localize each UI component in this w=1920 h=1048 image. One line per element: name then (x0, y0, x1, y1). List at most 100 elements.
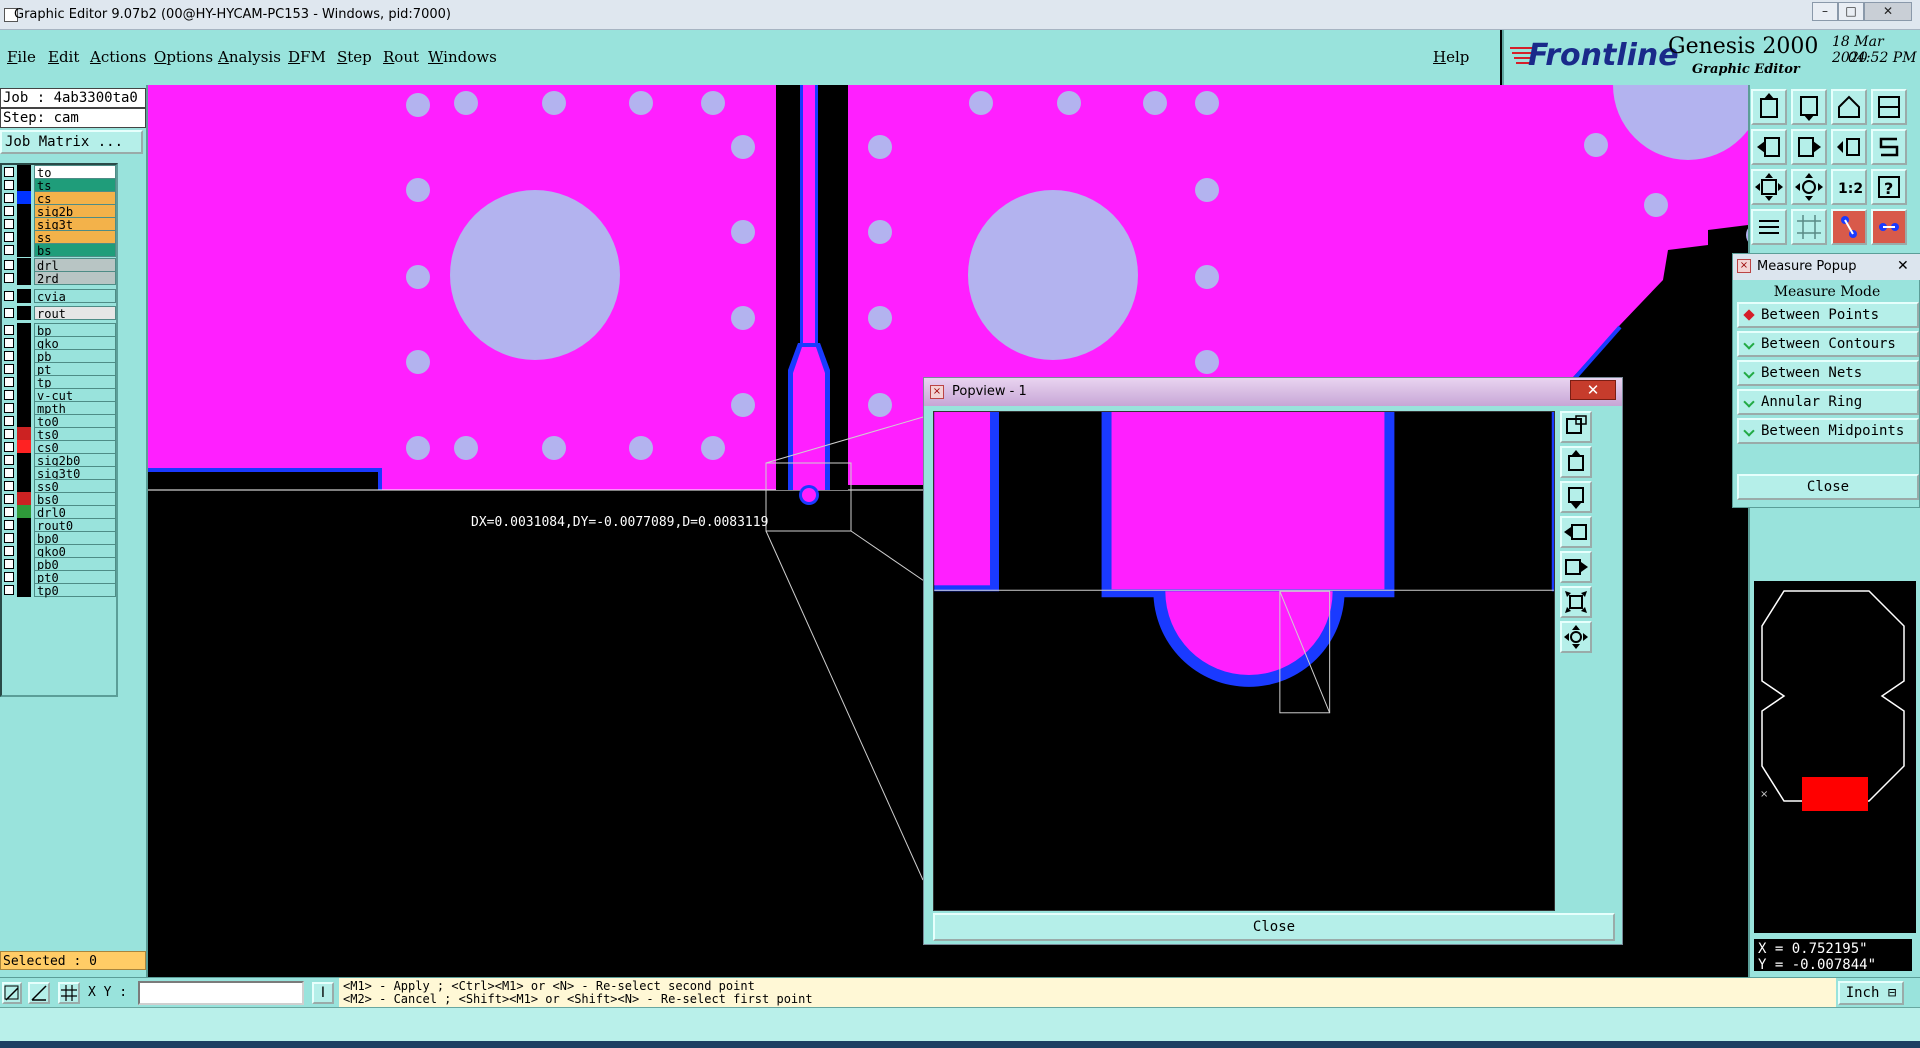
layer-row-v-cut[interactable]: v-cut (2, 388, 116, 403)
layer-checkbox[interactable] (4, 291, 14, 301)
net-connect-icon[interactable] (1871, 209, 1907, 245)
layer-row-sig3t[interactable]: sig3t (2, 217, 116, 232)
layer-checkbox[interactable] (4, 232, 14, 242)
layer-row-ts0[interactable]: ts0 (2, 427, 116, 442)
open-job-icon[interactable] (1751, 89, 1787, 125)
layer-row-gko0[interactable]: gko0 (2, 544, 116, 559)
layer-checkbox[interactable] (4, 468, 14, 478)
layer-checkbox[interactable] (4, 193, 14, 203)
layer-row-cs0[interactable]: cs0 (2, 440, 116, 455)
menu-dfm[interactable]: DFM (288, 48, 326, 66)
layer-row-gko[interactable]: gko (2, 336, 116, 351)
menu-help[interactable]: Help (1433, 48, 1469, 66)
layer-checkbox[interactable] (4, 559, 14, 569)
pan-left-icon[interactable] (1751, 129, 1787, 165)
layer-row-drl0[interactable]: drl0 (2, 505, 116, 520)
layer-row-bs[interactable]: bs (2, 243, 116, 258)
settings-icon[interactable] (1751, 209, 1787, 245)
layout-icon[interactable] (1871, 89, 1907, 125)
layer-checkbox[interactable] (4, 481, 14, 491)
layer-checkbox[interactable] (4, 180, 14, 190)
measure-option-annular-ring[interactable]: Annular Ring (1737, 389, 1919, 415)
menu-actions[interactable]: Actions (90, 48, 146, 66)
layer-checkbox[interactable] (4, 429, 14, 439)
popview-down-icon[interactable] (1560, 481, 1592, 513)
layer-row-ss[interactable]: ss (2, 230, 116, 245)
layer-row-mpth[interactable]: mpth (2, 401, 116, 416)
maximize-button[interactable]: □ (1838, 2, 1864, 21)
popview-zoom-icon[interactable] (1560, 411, 1592, 443)
layer-checkbox[interactable] (4, 520, 14, 530)
layer-row-pt[interactable]: pt (2, 362, 116, 377)
layer-row-pb0[interactable]: pb0 (2, 557, 116, 572)
layer-checkbox[interactable] (4, 546, 14, 556)
popview-center-icon[interactable] (1560, 621, 1592, 653)
layer-row-rout0[interactable]: rout0 (2, 518, 116, 533)
menu-rout[interactable]: Rout (383, 48, 419, 66)
layer-checkbox[interactable] (4, 416, 14, 426)
menu-edit[interactable]: Edit (48, 48, 79, 66)
layer-row-sig2b0[interactable]: sig2b0 (2, 453, 116, 468)
layer-row-cs[interactable]: cs (2, 191, 116, 206)
route-icon[interactable] (1871, 129, 1907, 165)
grid-icon[interactable] (1791, 209, 1827, 245)
layer-row-pb[interactable]: pb (2, 349, 116, 364)
layer-checkbox[interactable] (4, 572, 14, 582)
measure-option-between-contours[interactable]: Between Contours (1737, 331, 1919, 357)
minimize-button[interactable]: – (1812, 2, 1838, 21)
close-window-button[interactable]: ✕ (1864, 2, 1912, 21)
grid-snap-icon[interactable] (58, 982, 80, 1004)
layer-row-ss0[interactable]: ss0 (2, 479, 116, 494)
layer-checkbox[interactable] (4, 167, 14, 177)
net-highlight-icon[interactable] (1831, 209, 1867, 245)
scale-one-to-two-icon[interactable]: 1:2 (1831, 169, 1867, 205)
unit-selector[interactable]: Inch ⊟ (1838, 981, 1904, 1005)
layer-row-sig2b[interactable]: sig2b (2, 204, 116, 219)
layer-row-drl[interactable]: drl (2, 258, 116, 273)
layer-checkbox[interactable] (4, 351, 14, 361)
layer-checkbox[interactable] (4, 455, 14, 465)
snap-icon[interactable] (2, 982, 22, 1004)
layer-checkbox[interactable] (4, 494, 14, 504)
layer-row-bp[interactable]: bp (2, 323, 116, 338)
menu-analysis[interactable]: Analysis (218, 48, 281, 66)
pan-right-icon[interactable] (1791, 129, 1827, 165)
measure-option-between-nets[interactable]: Between Nets (1737, 360, 1919, 386)
xy-input[interactable] (138, 981, 304, 1005)
undo-icon[interactable] (1831, 129, 1867, 165)
layer-checkbox[interactable] (4, 585, 14, 595)
popview-canvas[interactable] (933, 411, 1555, 911)
layer-checkbox[interactable] (4, 206, 14, 216)
menu-file[interactable]: File (7, 48, 36, 66)
popview-close-x-icon[interactable]: ✕ (1570, 380, 1616, 400)
layer-checkbox[interactable] (4, 390, 14, 400)
measure-tool-icon[interactable] (28, 982, 50, 1004)
popview-left-icon[interactable] (1560, 516, 1592, 548)
popview-close-button[interactable]: Close (933, 913, 1615, 941)
layer-row-tp0[interactable]: tp0 (2, 583, 116, 598)
layer-checkbox[interactable] (4, 377, 14, 387)
popview-right-icon[interactable] (1560, 551, 1592, 583)
layer-checkbox[interactable] (4, 338, 14, 348)
layer-row-cvia[interactable]: cvia (2, 289, 116, 304)
layer-row-to[interactable]: to (2, 165, 116, 180)
layer-checkbox[interactable] (4, 533, 14, 543)
layer-checkbox[interactable] (4, 442, 14, 452)
layer-row-ts[interactable]: ts (2, 178, 116, 193)
layer-checkbox[interactable] (4, 308, 14, 318)
minimap[interactable]: × (1754, 581, 1916, 933)
zoom-center-icon[interactable] (1791, 169, 1827, 205)
layer-checkbox[interactable] (4, 325, 14, 335)
layer-row-bp0[interactable]: bp0 (2, 531, 116, 546)
layer-checkbox[interactable] (4, 273, 14, 283)
layer-row-rout[interactable]: rout (2, 306, 116, 321)
popview-fit-icon[interactable] (1560, 586, 1592, 618)
layer-row-bs0[interactable]: bs0 (2, 492, 116, 507)
layer-row-to0[interactable]: to0 (2, 414, 116, 429)
popview-up-icon[interactable] (1560, 446, 1592, 478)
job-matrix-button[interactable]: Job Matrix ... (0, 130, 143, 154)
layer-checkbox[interactable] (4, 364, 14, 374)
layer-row-tp[interactable]: tp (2, 375, 116, 390)
menu-options[interactable]: Options (154, 48, 213, 66)
layer-row-2rd[interactable]: 2rd (2, 271, 116, 286)
